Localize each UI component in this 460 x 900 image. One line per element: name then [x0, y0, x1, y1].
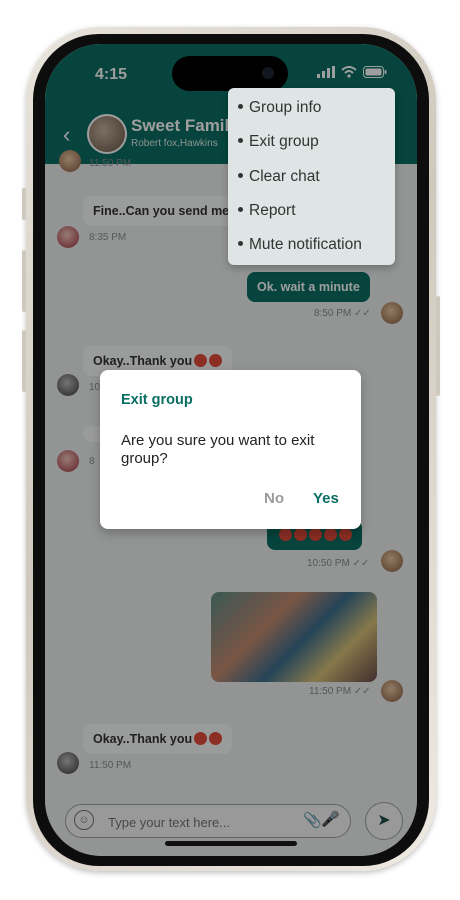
menu-item-mute-notification[interactable]: Mute notification: [238, 236, 362, 254]
dialog-message: Are you sure you want to exit group?: [121, 432, 315, 467]
power-button: [436, 296, 440, 396]
menu-item-label: Clear chat: [249, 168, 320, 185]
options-menu: Group info Exit group Clear chat Report …: [228, 88, 395, 265]
app-screen: 4:15 ‹ Sweet Family Robert fox,Hawkins 1…: [45, 44, 417, 856]
menu-item-label: Mute notification: [249, 236, 362, 253]
menu-item-label: Exit group: [249, 133, 319, 150]
bullet-icon: [238, 138, 243, 143]
bullet-icon: [238, 173, 243, 178]
menu-item-group-info[interactable]: Group info: [238, 99, 321, 117]
yes-button[interactable]: Yes: [313, 490, 339, 507]
mute-switch: [22, 188, 26, 220]
bullet-icon: [238, 104, 243, 109]
volume-up-button: [22, 250, 26, 312]
dialog-title: Exit group: [121, 392, 193, 408]
menu-item-label: Report: [249, 202, 296, 219]
menu-item-clear-chat[interactable]: Clear chat: [238, 168, 320, 186]
no-button[interactable]: No: [264, 490, 284, 507]
exit-group-dialog: Exit group Are you sure you want to exit…: [100, 370, 361, 529]
bullet-icon: [238, 241, 243, 246]
bullet-icon: [238, 207, 243, 212]
menu-item-label: Group info: [249, 99, 322, 116]
menu-item-exit-group[interactable]: Exit group: [238, 133, 319, 151]
menu-item-report[interactable]: Report: [238, 202, 296, 220]
volume-down-button: [22, 330, 26, 392]
